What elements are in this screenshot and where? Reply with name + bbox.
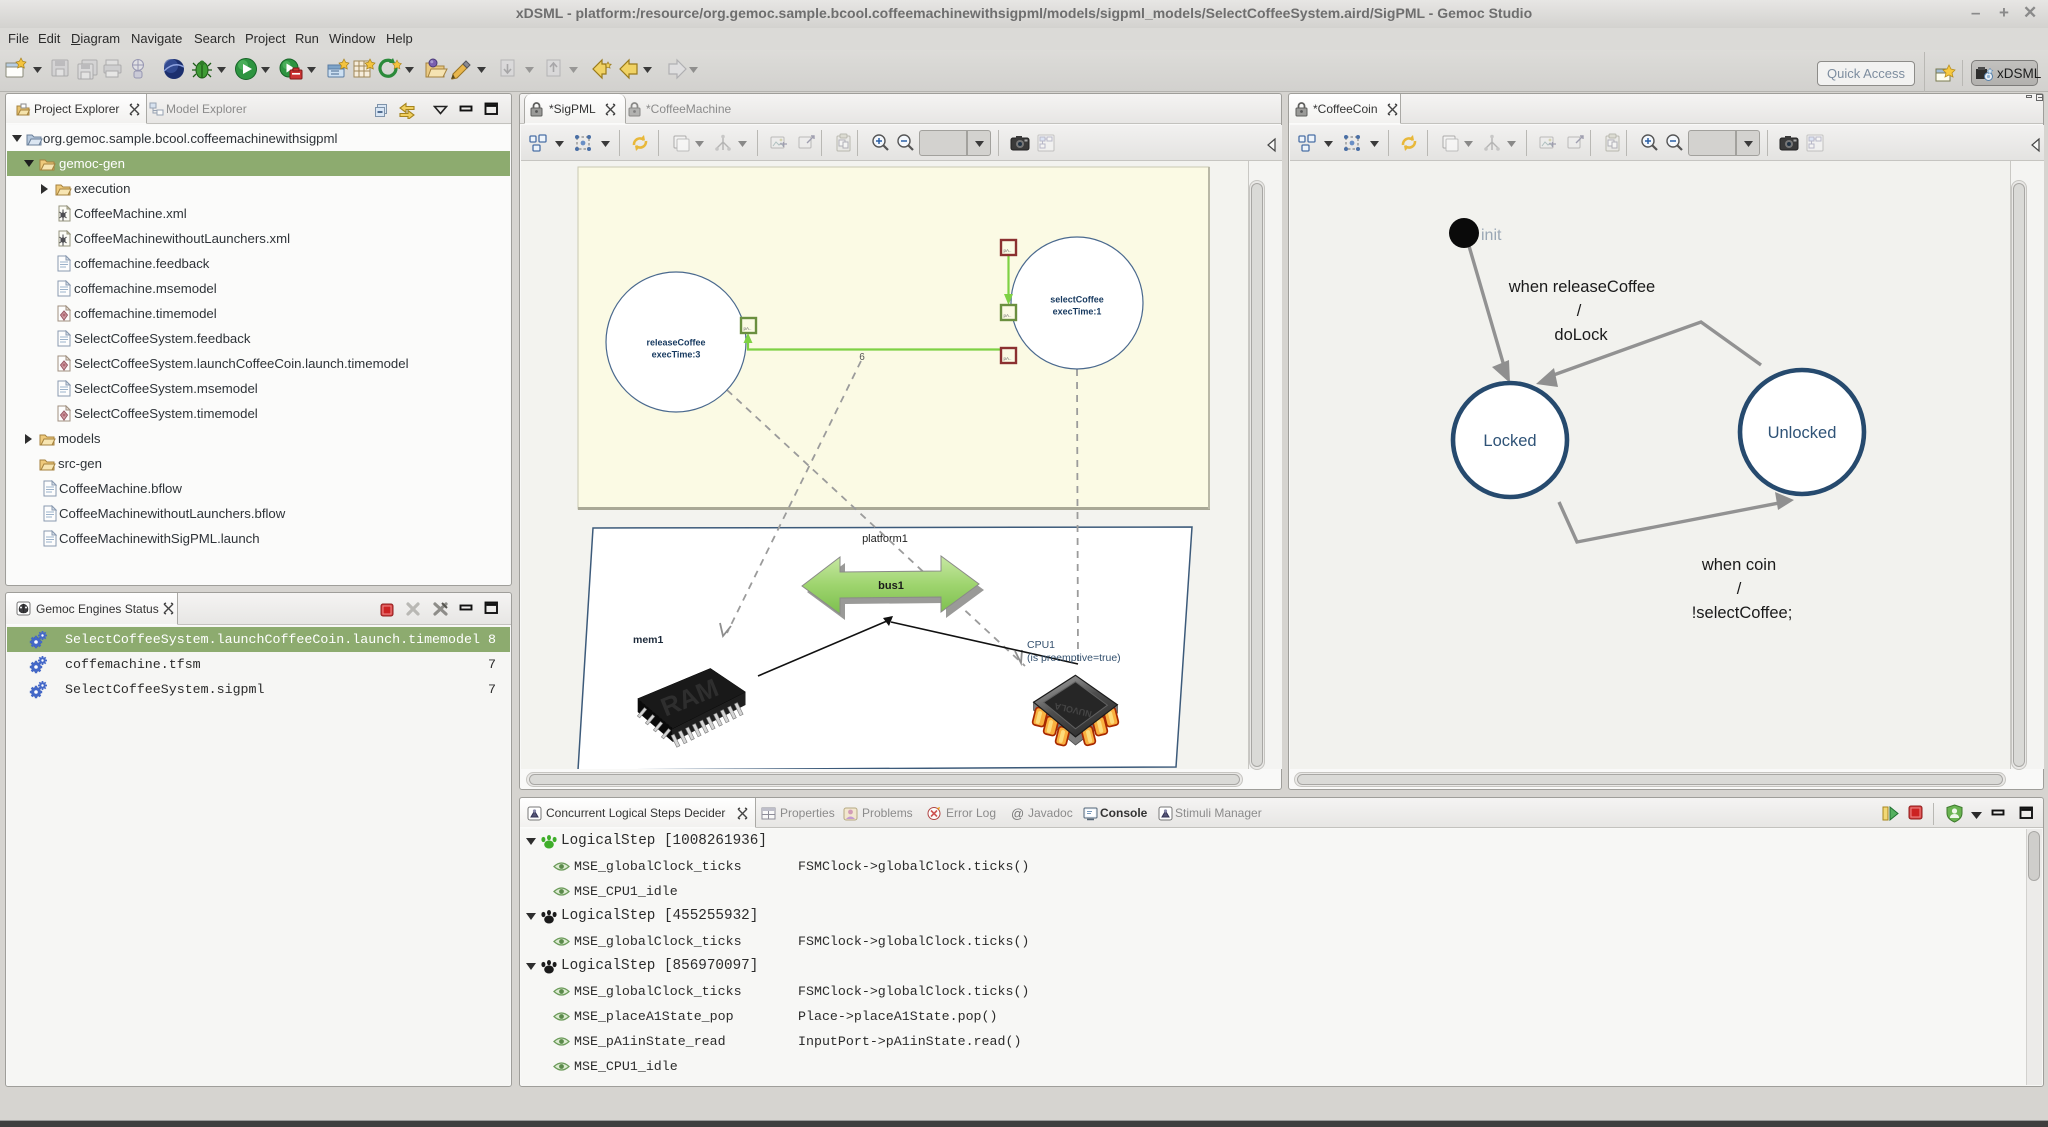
svg-text:pA..: pA..: [1004, 356, 1012, 361]
svg-text:execTime:1: execTime:1: [1053, 307, 1102, 317]
svg-text:selectCoffee: selectCoffee: [1050, 295, 1104, 305]
svg-text:pA..: pA..: [1004, 248, 1012, 253]
svg-text:Unlocked: Unlocked: [1768, 424, 1837, 442]
svg-text:doLock: doLock: [1554, 326, 1608, 344]
svg-text:!selectCoffee;: !selectCoffee;: [1692, 604, 1793, 622]
svg-text:pA..: pA..: [744, 326, 752, 331]
svg-text:when releaseCoffee: when releaseCoffee: [1508, 278, 1655, 296]
svg-text:CPU1: CPU1: [1027, 639, 1055, 651]
svg-text:pA..: pA..: [1004, 313, 1012, 318]
svg-text:when coin: when coin: [1701, 556, 1776, 574]
svg-text:6: 6: [859, 352, 865, 363]
svg-text:bus1: bus1: [878, 580, 904, 592]
svg-text:execTime:3: execTime:3: [652, 350, 701, 360]
svg-text:mem1: mem1: [633, 634, 664, 646]
svg-text:(is preemptive=true): (is preemptive=true): [1027, 652, 1121, 664]
svg-text:platform1: platform1: [862, 533, 908, 545]
svg-text:releaseCoffee: releaseCoffee: [646, 338, 705, 348]
svg-text:/: /: [1737, 580, 1742, 598]
svg-text:init: init: [1481, 227, 1502, 244]
svg-text:/: /: [1577, 302, 1582, 320]
svg-text:Locked: Locked: [1483, 432, 1536, 450]
